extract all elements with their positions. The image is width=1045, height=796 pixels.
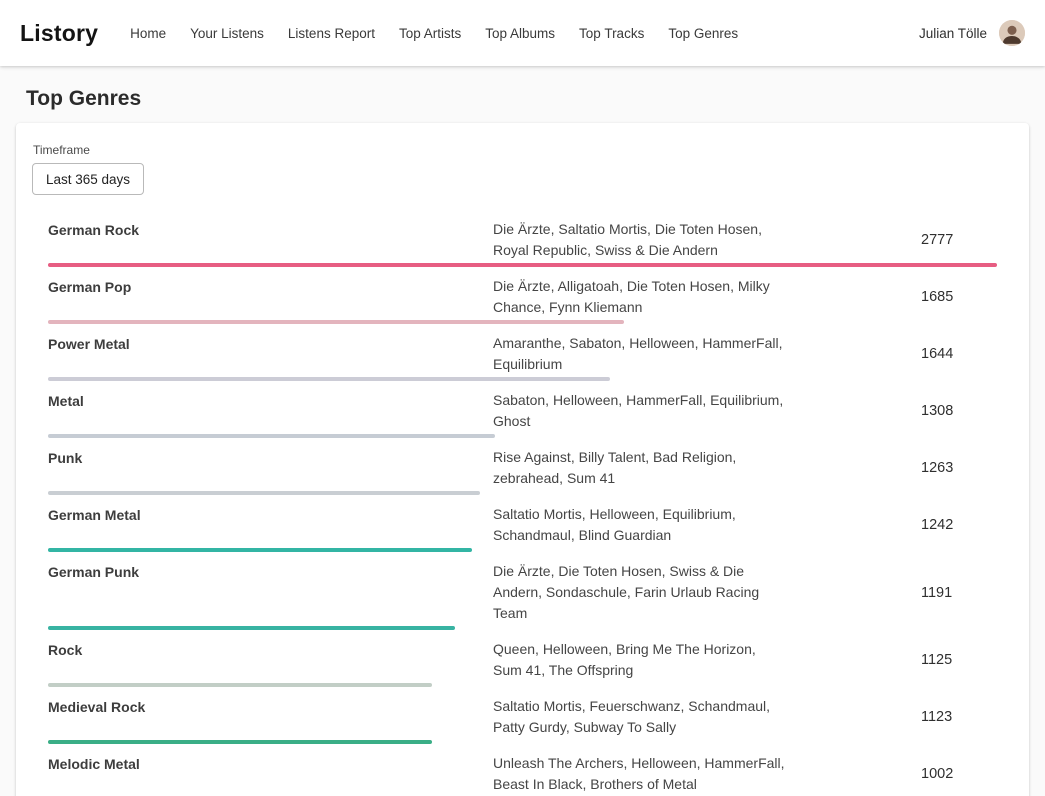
genre-bar [48, 434, 495, 438]
genre-count: 1308 [788, 403, 997, 419]
main-nav: Home Your Listens Listens Report Top Artist… [130, 26, 738, 41]
genre-row: German Punk Die Ärzte, Die Toten Hosen, … [32, 554, 1013, 632]
nav-item-top-albums[interactable]: Top Albums [485, 26, 555, 41]
genre-bar [48, 626, 455, 630]
genre-count: 1125 [788, 652, 997, 668]
genre-bar [48, 548, 472, 552]
genre-bar [48, 320, 624, 324]
genre-row: German Pop Die Ärzte, Alligatoah, Die To… [32, 269, 1013, 326]
genre-name: German Punk [48, 561, 493, 580]
nav-item-home[interactable]: Home [130, 26, 166, 41]
genre-row: Rock Queen, Helloween, Bring Me The Hori… [32, 632, 1013, 689]
nav-item-listens-report[interactable]: Listens Report [288, 26, 375, 41]
genre-artists: Saltatio Mortis, Helloween, Equilibrium,… [493, 504, 788, 546]
genre-artists: Unleash The Archers, Helloween, HammerFa… [493, 753, 788, 795]
genre-name: Medieval Rock [48, 696, 493, 715]
top-genres-card: Timeframe Last 365 days German Rock Die … [16, 123, 1029, 796]
genre-artists: Sabaton, Helloween, HammerFall, Equilibr… [493, 390, 788, 432]
genre-row: German Metal Saltatio Mortis, Helloween,… [32, 497, 1013, 554]
genre-artists: Die Ärzte, Saltatio Mortis, Die Toten Ho… [493, 219, 788, 261]
page-content: Top Genres Timeframe Last 365 days Germa… [0, 87, 1045, 796]
nav-item-top-artists[interactable]: Top Artists [399, 26, 461, 41]
genre-bar [48, 683, 432, 687]
genre-name: Power Metal [48, 333, 493, 352]
genre-artists: Die Ärzte, Alligatoah, Die Toten Hosen, … [493, 276, 788, 318]
genre-name: German Metal [48, 504, 493, 523]
genre-row: Punk Rise Against, Billy Talent, Bad Rel… [32, 440, 1013, 497]
user-name[interactable]: Julian Tölle [919, 26, 987, 41]
genre-artists: Queen, Helloween, Bring Me The Horizon, … [493, 639, 788, 681]
genre-count: 1242 [788, 517, 997, 533]
genre-count: 1123 [788, 709, 997, 725]
genre-bar [48, 263, 997, 267]
navbar: Listory Home Your Listens Listens Report To… [0, 0, 1045, 66]
genre-name: Melodic Metal [48, 753, 493, 772]
nav-item-your-listens[interactable]: Your Listens [190, 26, 264, 41]
genre-count: 1685 [788, 289, 997, 305]
genre-artists: Saltatio Mortis, Feuerschwanz, Schandmau… [493, 696, 788, 738]
genre-row: Metal Sabaton, Helloween, HammerFall, Eq… [32, 383, 1013, 440]
genre-table: German Rock Die Ärzte, Saltatio Mortis, … [32, 212, 1013, 796]
genre-count: 2777 [788, 232, 997, 248]
genre-bar [48, 740, 432, 744]
timeframe-filter: Timeframe Last 365 days [32, 143, 1013, 195]
nav-item-top-tracks[interactable]: Top Tracks [579, 26, 644, 41]
genre-count: 1002 [788, 766, 997, 782]
genre-artists: Rise Against, Billy Talent, Bad Religion… [493, 447, 788, 489]
user-avatar[interactable] [999, 20, 1025, 46]
nav-item-top-genres[interactable]: Top Genres [668, 26, 738, 41]
app-logo[interactable]: Listory [20, 20, 98, 47]
genre-name: Punk [48, 447, 493, 466]
genre-row: Melodic Metal Unleash The Archers, Hello… [32, 746, 1013, 796]
genre-artists: Amaranthe, Sabaton, Helloween, HammerFal… [493, 333, 788, 375]
genre-row: Power Metal Amaranthe, Sabaton, Hellowee… [32, 326, 1013, 383]
person-icon [999, 20, 1025, 46]
genre-name: Rock [48, 639, 493, 658]
genre-row: Medieval Rock Saltatio Mortis, Feuerschw… [32, 689, 1013, 746]
genre-row: German Rock Die Ärzte, Saltatio Mortis, … [32, 212, 1013, 269]
page-title: Top Genres [26, 87, 1029, 111]
timeframe-select[interactable]: Last 365 days [32, 163, 144, 195]
genre-name: German Pop [48, 276, 493, 295]
genre-count: 1191 [788, 585, 997, 601]
genre-artists: Die Ärzte, Die Toten Hosen, Swiss & Die … [493, 561, 788, 624]
genre-count: 1263 [788, 460, 997, 476]
genre-name: Metal [48, 390, 493, 409]
genre-count: 1644 [788, 346, 997, 362]
navbar-right: Julian Tölle [919, 20, 1025, 46]
genre-bar [48, 491, 480, 495]
genre-name: German Rock [48, 219, 493, 238]
timeframe-label: Timeframe [33, 143, 1013, 157]
genre-bar [48, 377, 610, 381]
